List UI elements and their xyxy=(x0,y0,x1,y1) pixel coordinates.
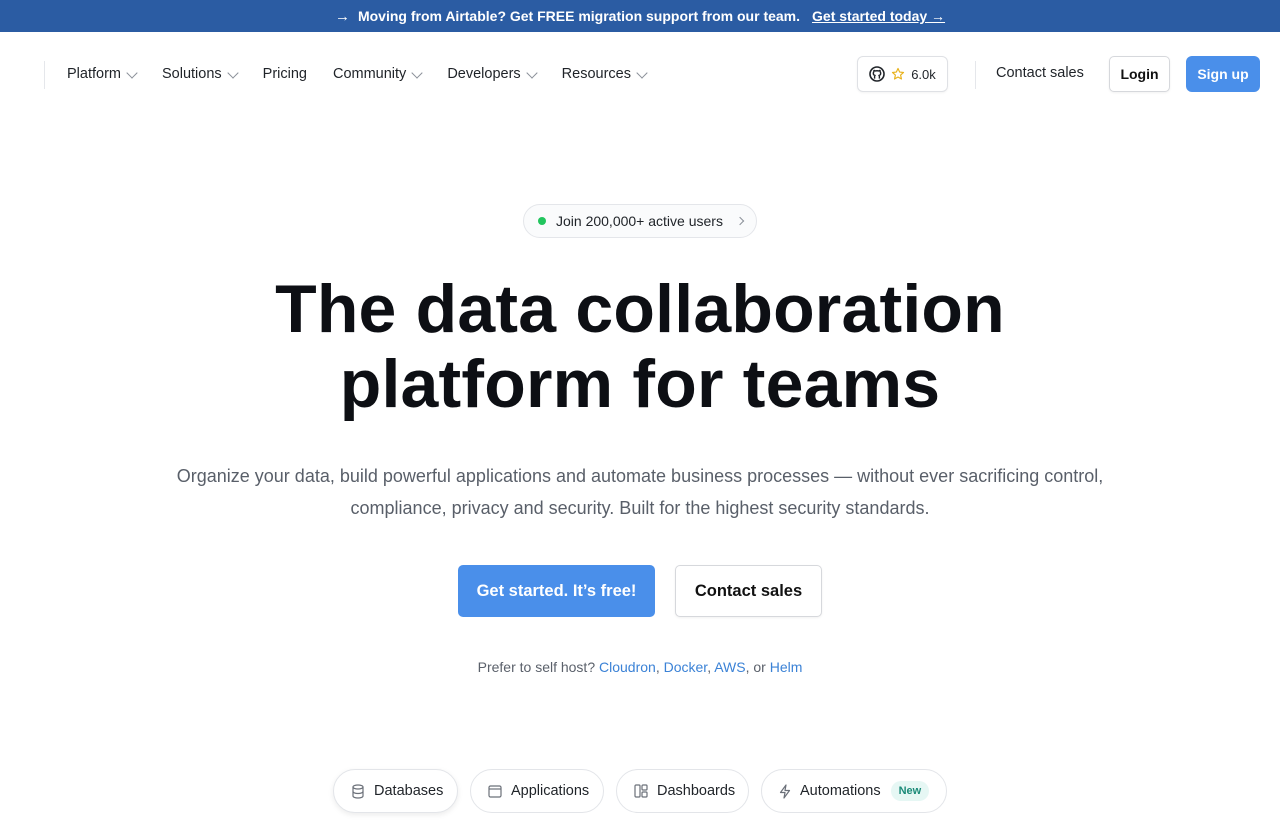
nav-item-developers[interactable]: Developers xyxy=(447,66,538,82)
contact-sales-button[interactable]: Contact sales xyxy=(675,565,822,617)
nav-item-platform[interactable]: Platform xyxy=(67,66,138,82)
self-host-separator: , xyxy=(655,659,660,675)
contact-sales-link[interactable]: Contact sales xyxy=(996,65,1084,81)
active-users-pill[interactable]: Join 200,000+ active users xyxy=(523,204,757,238)
hero-title-line-2: platform for teams xyxy=(339,346,941,422)
tab-label: Automations xyxy=(800,783,881,799)
announcement-bar: → Moving from Airtable? Get FREE migrati… xyxy=(0,0,1280,32)
window-icon xyxy=(488,784,502,798)
hero-subtitle: Organize your data, build powerful appli… xyxy=(140,460,1140,524)
self-host-link-docker[interactable]: Docker xyxy=(664,659,708,675)
self-host-link-helm[interactable]: Helm xyxy=(770,659,803,675)
status-dot-icon xyxy=(538,217,546,225)
announcement-text: Moving from Airtable? Get FREE migration… xyxy=(357,8,801,24)
chevron-down-icon xyxy=(226,66,239,79)
self-host-separator: , xyxy=(745,659,750,675)
github-icon xyxy=(869,66,886,82)
tab-databases[interactable]: Databases xyxy=(333,769,458,813)
self-host-link-aws[interactable]: AWS xyxy=(714,659,745,675)
tab-label: Applications xyxy=(511,783,590,799)
nav-item-label: Community xyxy=(332,66,407,82)
chevron-down-icon xyxy=(126,66,138,79)
nav-item-label: Platform xyxy=(67,66,121,82)
self-host-link-cloudron[interactable]: Cloudron xyxy=(599,659,656,675)
self-host-line: Prefer to self host? Cloudron, Docker, A… xyxy=(0,659,1280,675)
chevron-right-icon xyxy=(735,216,745,226)
tab-label: Dashboards xyxy=(657,783,736,799)
nav-item-label: Pricing xyxy=(262,66,307,82)
nav-item-resources[interactable]: Resources xyxy=(561,66,648,82)
database-icon xyxy=(352,783,364,799)
tab-applications[interactable]: Applications xyxy=(470,769,604,813)
nav-item-pricing[interactable]: Pricing xyxy=(263,66,307,82)
nav-item-community[interactable]: Community xyxy=(332,66,423,82)
top-navbar: Platform Solutions Pricing Community Dev… xyxy=(0,32,1280,116)
dashboard-icon xyxy=(634,784,648,798)
nav-item-label: Solutions xyxy=(162,66,222,82)
hero-subtitle-line-2: compliance, privacy and security. Built … xyxy=(350,498,930,518)
get-started-button[interactable]: Get started. It’s free! xyxy=(458,565,655,617)
hero-title: The data collaboration platform for team… xyxy=(0,272,1280,422)
bolt-icon xyxy=(779,783,791,799)
nav-item-label: Resources xyxy=(561,66,631,82)
chevron-down-icon xyxy=(636,66,648,79)
self-host-separator: , xyxy=(707,659,712,675)
star-icon xyxy=(892,67,905,80)
new-badge: New xyxy=(890,781,930,801)
tab-dashboards[interactable]: Dashboards xyxy=(616,769,749,813)
signup-button[interactable]: Sign up xyxy=(1186,56,1260,92)
nav-item-solutions[interactable]: Solutions xyxy=(162,66,239,82)
login-button[interactable]: Login xyxy=(1109,56,1170,92)
hero-subtitle-line-1: Organize your data, build powerful appli… xyxy=(176,466,1104,486)
self-host-prefix: Prefer to self host? xyxy=(477,659,596,675)
github-stars-button[interactable]: 6.0k xyxy=(857,56,948,92)
nav-divider-right xyxy=(975,61,976,89)
arrow-right-icon: → xyxy=(334,7,350,25)
self-host-or: or xyxy=(753,659,766,675)
github-star-count: 6.0k xyxy=(911,66,936,82)
chevron-down-icon xyxy=(411,66,423,79)
nav-item-label: Developers xyxy=(447,66,521,82)
chevron-down-icon xyxy=(525,66,538,79)
pill-label: Join 200,000+ active users xyxy=(556,213,723,229)
feature-tabs: Databases Applications Dashboards Automa… xyxy=(0,769,1280,813)
tab-label: Databases xyxy=(374,783,444,799)
hero-title-line-1: The data collaboration xyxy=(275,271,1005,347)
nav-menu: Platform Solutions Pricing Community Dev… xyxy=(67,32,672,116)
nav-divider-left xyxy=(44,61,45,89)
tab-automations[interactable]: Automations New xyxy=(761,769,947,813)
announcement-link[interactable]: Get started today → xyxy=(812,8,945,24)
